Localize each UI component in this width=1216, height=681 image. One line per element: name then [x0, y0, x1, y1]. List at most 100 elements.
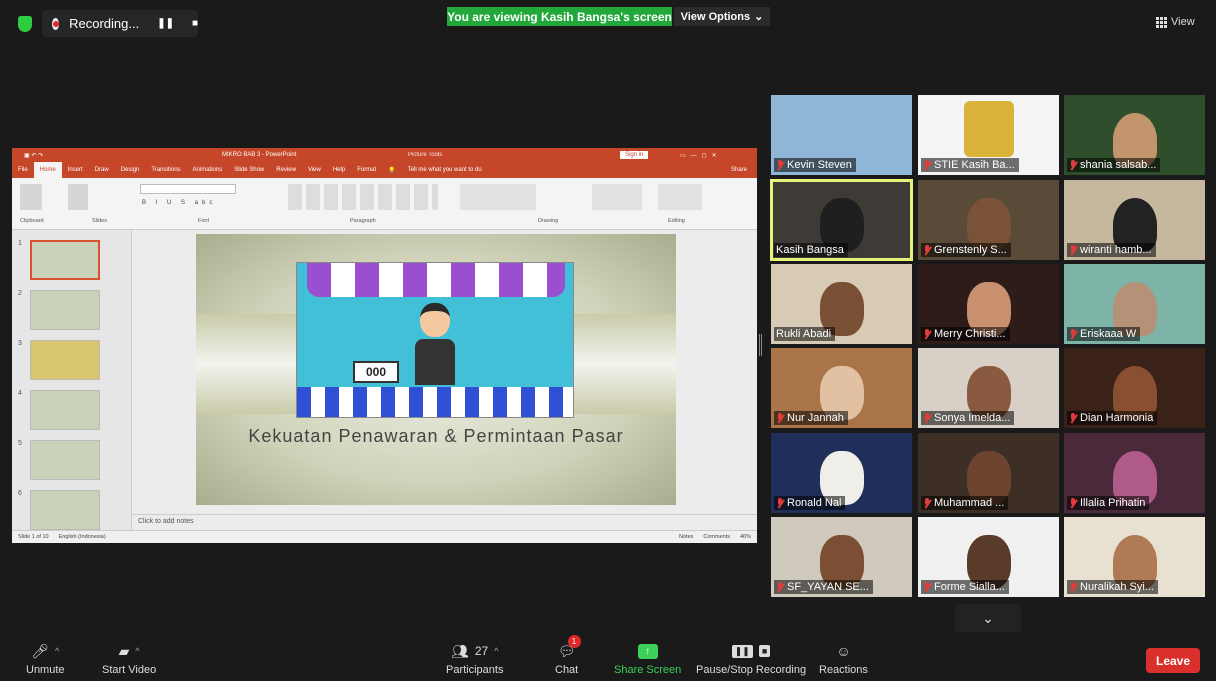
pause-stop-recording-button[interactable]: ❚❚ ■ Pause/Stop Recording — [696, 638, 806, 676]
tab-format[interactable]: Format — [351, 167, 382, 173]
tab-transitions[interactable]: Transitions — [145, 167, 186, 173]
font-name-input[interactable] — [140, 184, 236, 194]
view-splitter-handle[interactable] — [759, 334, 762, 356]
participant-name-label: Grenstenly S... — [921, 243, 1011, 257]
participant-name: Forme Sialla... — [934, 581, 1005, 593]
participant-name-label: Merry Christi... — [921, 327, 1010, 341]
language-label: English (Indonesia) — [58, 534, 106, 540]
participant-tile[interactable]: Rukli Abadi — [771, 264, 912, 344]
participant-tile[interactable]: Forme Sialla... — [918, 517, 1059, 597]
participant-tile[interactable]: Eriskaaa W — [1064, 264, 1205, 344]
share-screen-button[interactable]: ↑ Share Screen — [614, 638, 681, 676]
chat-badge: 1 — [567, 635, 581, 648]
pause-recording-icon[interactable]: ❚❚ — [157, 18, 174, 29]
share-button[interactable]: Share — [725, 167, 757, 173]
muted-mic-icon — [776, 498, 784, 508]
chevron-down-icon: ⌄ — [754, 11, 764, 23]
new-slide-icon[interactable] — [68, 184, 88, 210]
ppt-titlebar: ▣ ↶ ↷ MIKRO BAB 3 - PowerPoint Picture T… — [12, 148, 757, 162]
slide-thumbnails[interactable]: 1 2 3 4 5 6 — [12, 230, 132, 530]
participant-name: Nuralikah Syi... — [1080, 581, 1154, 593]
group-clipboard: Clipboard — [20, 218, 44, 224]
tab-home[interactable]: Home — [33, 162, 62, 178]
zoom-level[interactable]: 46% — [740, 534, 751, 540]
participant-tile[interactable]: SF_YAYAN SE... — [771, 517, 912, 597]
view-options-button[interactable]: View Options ⌄ — [674, 7, 770, 26]
comments-button[interactable]: Comments — [703, 534, 730, 540]
tab-animations[interactable]: Animations — [187, 167, 229, 173]
leave-button[interactable]: Leave — [1146, 648, 1200, 673]
chat-button[interactable]: 💬︎ 1 Chat — [555, 635, 581, 676]
notes-pane[interactable]: Click to add notes — [132, 514, 757, 528]
window-controls[interactable]: ▭ — ◻ ✕ — [680, 152, 717, 159]
view-button[interactable]: View — [1156, 16, 1195, 28]
shared-screen[interactable]: ▣ ↶ ↷ MIKRO BAB 3 - PowerPoint Picture T… — [12, 148, 757, 543]
participant-tile[interactable]: shania salsab... — [1064, 95, 1205, 175]
participant-tile[interactable]: Kevin Steven — [771, 95, 912, 175]
tab-review[interactable]: Review — [270, 167, 302, 173]
participant-tile[interactable]: Illalia Prihatin — [1064, 433, 1205, 513]
participant-name: Muhammad ... — [934, 497, 1005, 509]
font-format-buttons[interactable]: B I U S abc — [142, 200, 216, 206]
editing-controls[interactable] — [658, 184, 702, 210]
slide-canvas[interactable]: 000 Kekuatan Penawaran & Permintaan Pasa… — [196, 234, 676, 505]
slide-title[interactable]: Kekuatan Penawaran & Permintaan Pasar — [196, 426, 676, 447]
unmute-button[interactable]: 🎤︎ ^ Unmute — [26, 638, 65, 677]
shape-format-controls[interactable] — [592, 184, 642, 210]
slide-picture[interactable]: 000 — [296, 262, 574, 418]
slide-thumbnail[interactable] — [30, 240, 100, 280]
participant-tile[interactable]: Nur Jannah — [771, 348, 912, 428]
tab-design[interactable]: Design — [115, 167, 146, 173]
slide-thumbnail[interactable] — [30, 490, 100, 530]
tab-help[interactable]: Help — [327, 167, 351, 173]
participant-tile[interactable]: STIE Kasih Ba... — [918, 95, 1059, 175]
tab-file[interactable]: File — [12, 167, 34, 173]
save-icon[interactable]: ▣ ↶ ↷ — [24, 152, 43, 159]
participant-name: SF_YAYAN SE... — [787, 581, 869, 593]
tab-draw[interactable]: Draw — [89, 167, 115, 173]
chevron-up-icon[interactable]: ^ — [494, 646, 498, 656]
slide-thumbnail[interactable] — [30, 340, 100, 380]
tell-me-input[interactable]: Tell me what you want to do — [402, 167, 488, 173]
thumb-number: 4 — [18, 390, 22, 397]
participant-tile[interactable]: wiranti hamb... — [1064, 180, 1205, 260]
participant-name: Grenstenly S... — [934, 244, 1007, 256]
participants-count: 27 — [474, 644, 489, 658]
ppt-window-title: MIKRO BAB 3 - PowerPoint — [222, 152, 297, 158]
slide-thumbnail[interactable] — [30, 440, 100, 480]
encryption-shield-icon[interactable] — [18, 16, 32, 32]
participant-tile[interactable]: Kasih Bangsa — [770, 179, 913, 261]
slide-thumbnail[interactable] — [30, 390, 100, 430]
chevron-up-icon[interactable]: ^ — [135, 646, 139, 656]
thumb-number: 2 — [18, 290, 22, 297]
ribbon: B I U S abc Clipboard Slides Font Paragr… — [12, 178, 757, 230]
start-video-button[interactable]: ▰ ^ Start Video — [102, 638, 156, 677]
group-drawing: Drawing — [538, 218, 559, 224]
sign-in-button[interactable]: Sign in — [620, 151, 649, 159]
next-page-chevron-icon[interactable]: ⌄ — [955, 604, 1021, 632]
notes-button[interactable]: Notes — [679, 534, 693, 540]
tab-insert[interactable]: Insert — [62, 167, 89, 173]
participant-tile[interactable]: Grenstenly S... — [918, 180, 1059, 260]
participant-tile[interactable]: Dian Harmonia — [1064, 348, 1205, 428]
participant-tile[interactable]: Nuralikah Syi... — [1064, 517, 1205, 597]
stop-recording-icon[interactable]: ■ — [192, 18, 198, 29]
participant-tile[interactable]: Muhammad ... — [918, 433, 1059, 513]
chevron-up-icon[interactable]: ^ — [55, 646, 59, 656]
muted-mic-icon — [1069, 245, 1077, 255]
participant-name-label: Kasih Bangsa — [774, 243, 848, 257]
tab-slide-show[interactable]: Slide Show — [228, 167, 270, 173]
reactions-button[interactable]: ☺ Reactions — [819, 638, 868, 676]
slide-thumbnail[interactable] — [30, 290, 100, 330]
muted-mic-icon — [1069, 498, 1077, 508]
tab-view[interactable]: View — [302, 167, 327, 173]
view-label: View — [1171, 16, 1195, 28]
participants-button[interactable]: 👥︎ 27 ^ Participants — [446, 638, 503, 677]
paste-icon[interactable] — [20, 184, 42, 210]
participant-tile[interactable]: Ronald Nal — [771, 433, 912, 513]
stop-icon: ■ — [758, 645, 771, 657]
shapes-gallery[interactable] — [460, 184, 536, 210]
participant-tile[interactable]: Sonya Imelda... — [918, 348, 1059, 428]
participant-tile[interactable]: Merry Christi... — [918, 264, 1059, 344]
paragraph-controls[interactable] — [288, 184, 438, 210]
